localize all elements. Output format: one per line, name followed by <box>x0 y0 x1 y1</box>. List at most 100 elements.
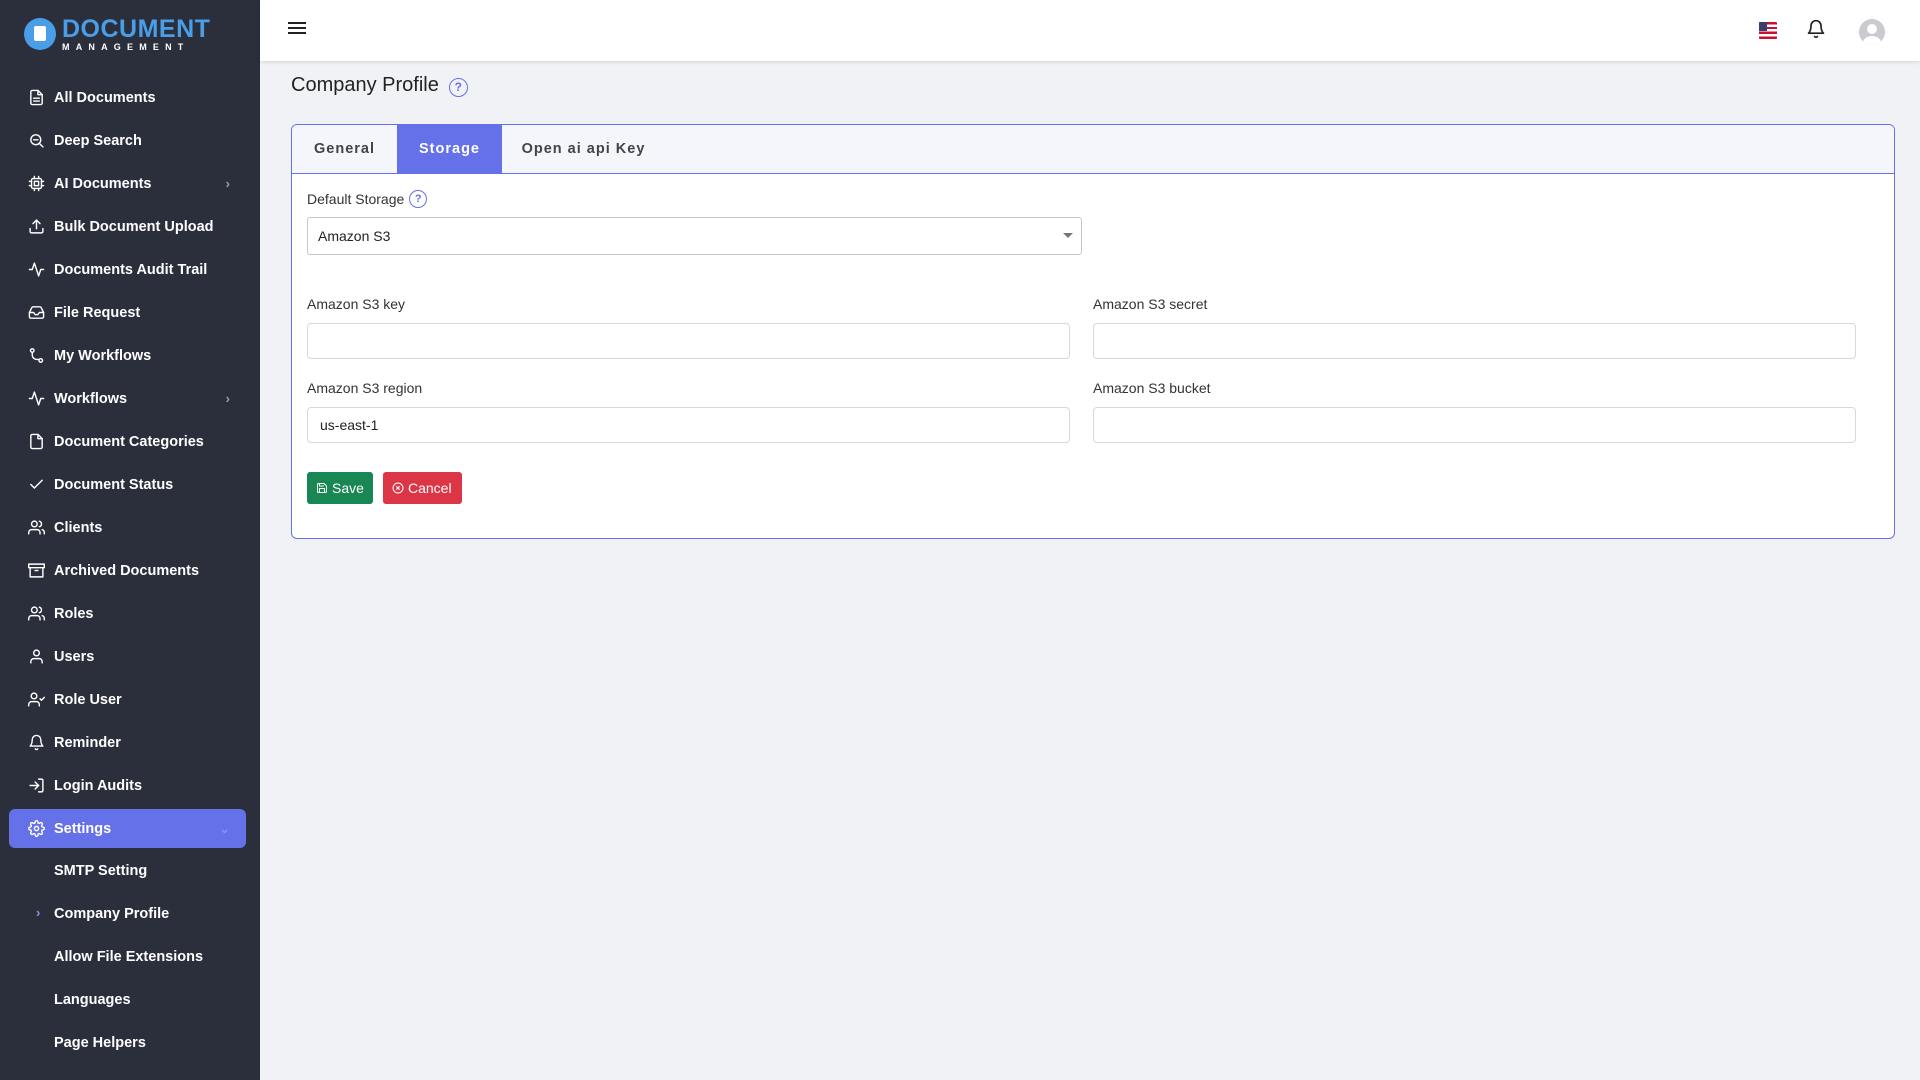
bell-icon <box>27 734 45 752</box>
default-storage-value: Amazon S3 <box>318 228 391 244</box>
sidebar-item-label: All Documents <box>54 89 156 106</box>
sidebar-item-role-user[interactable]: Role User <box>9 680 246 719</box>
x-circle-icon <box>392 482 404 494</box>
user-icon <box>27 648 45 666</box>
sidebar-item-my-workflows[interactable]: My Workflows <box>9 336 246 375</box>
sidebar-subitem-label: SMTP Setting <box>54 863 148 879</box>
sidebar-subitem-label: Company Profile <box>54 906 170 922</box>
users-icon <box>27 605 45 623</box>
file-icon <box>27 433 45 451</box>
save-button-label: Save <box>332 480 364 496</box>
save-icon <box>317 483 327 493</box>
search-icon <box>27 132 45 150</box>
sidebar-subitem-languages[interactable]: Languages <box>9 981 246 1019</box>
sidebar-item-clients[interactable]: Clients <box>9 508 246 547</box>
tab-general[interactable]: General <box>292 125 397 173</box>
sidebar-item-users[interactable]: Users <box>9 637 246 676</box>
sidebar-item-document-status[interactable]: Document Status <box>9 465 246 504</box>
sidebar-item-login-audits[interactable]: Login Audits <box>9 766 246 805</box>
sidebar-item-settings[interactable]: Settings ⌄ <box>9 809 246 848</box>
bell-icon[interactable] <box>1806 19 1828 41</box>
page-title: Company Profile ? <box>291 74 468 97</box>
help-icon[interactable]: ? <box>409 190 428 208</box>
s3-bucket-input[interactable] <box>1093 407 1856 443</box>
sidebar-item-label: Users <box>54 648 95 665</box>
sidebar-item-roles[interactable]: Roles <box>9 594 246 633</box>
sidebar-subitem-company-profile[interactable]: › Company Profile <box>9 895 246 933</box>
sidebar-subitem-smtp-setting[interactable]: SMTP Setting <box>9 852 246 890</box>
save-button[interactable]: Save <box>307 472 373 504</box>
sidebar-item-label: AI Documents <box>54 175 152 192</box>
sidebar-item-label: Role User <box>54 691 122 708</box>
archive-icon <box>27 562 45 580</box>
help-icon[interactable]: ? <box>448 77 468 97</box>
users-icon <box>27 519 45 537</box>
s3-key-label: Amazon S3 key <box>307 296 406 312</box>
inbox-icon <box>27 304 45 322</box>
chevron-right-icon: › <box>36 905 41 920</box>
cpu-icon <box>27 175 45 193</box>
sidebar-item-label: My Workflows <box>54 347 152 364</box>
cancel-button-label: Cancel <box>408 480 452 496</box>
hamburger-menu-icon[interactable] <box>288 19 310 41</box>
sidebar: DOCUMENT MANAGEMENT All Documents Deep S… <box>0 0 260 1080</box>
cancel-button[interactable]: Cancel <box>383 472 462 504</box>
git-branch-icon <box>27 347 45 365</box>
sidebar-item-ai-documents[interactable]: AI Documents › <box>9 164 246 203</box>
default-storage-label: Default Storage ? <box>307 190 428 208</box>
top-header <box>260 0 1920 61</box>
us-flag-icon[interactable] <box>1759 22 1777 39</box>
activity-icon <box>27 390 45 408</box>
s3-bucket-label: Amazon S3 bucket <box>1093 380 1211 396</box>
sidebar-item-bulk-document-upload[interactable]: Bulk Document Upload <box>9 207 246 246</box>
sidebar-subitem-page-helpers[interactable]: Page Helpers <box>9 1024 246 1062</box>
sidebar-subitem-allow-file-extensions[interactable]: Allow File Extensions <box>9 938 246 976</box>
log-in-icon <box>27 777 45 795</box>
sidebar-item-workflows[interactable]: Workflows › <box>9 379 246 418</box>
file-text-icon <box>27 89 45 107</box>
caret-down-icon <box>1063 233 1073 238</box>
tab-open-ai-api-key[interactable]: Open ai api Key <box>502 125 665 173</box>
upload-icon <box>27 218 45 236</box>
tab-bar: General Storage Open ai api Key <box>292 125 1894 174</box>
user-avatar-icon[interactable] <box>1859 19 1885 45</box>
user-check-icon <box>27 691 45 709</box>
tab-storage[interactable]: Storage <box>397 125 502 173</box>
chevron-right-icon: › <box>225 176 230 191</box>
chevron-right-icon: › <box>225 391 230 406</box>
check-icon <box>27 476 45 494</box>
sidebar-item-archived-documents[interactable]: Archived Documents <box>9 551 246 590</box>
sidebar-item-label: Deep Search <box>54 132 142 149</box>
sidebar-item-deep-search[interactable]: Deep Search <box>9 121 246 160</box>
s3-key-input[interactable] <box>307 323 1070 359</box>
sidebar-item-label: Clients <box>54 519 103 536</box>
sidebar-item-label: Documents Audit Trail <box>54 261 208 278</box>
sidebar-item-all-documents[interactable]: All Documents <box>9 78 246 117</box>
logo-sub-text: MANAGEMENT <box>62 41 190 52</box>
app-logo[interactable]: DOCUMENT MANAGEMENT <box>24 14 210 54</box>
sidebar-item-label: Archived Documents <box>54 562 200 579</box>
page-title-text: Company Profile <box>291 74 439 96</box>
sidebar-item-label: Login Audits <box>54 777 143 794</box>
logo-mark-icon <box>24 18 56 50</box>
logo-main-text: DOCUMENT <box>62 14 211 43</box>
sidebar-subitem-label: Allow File Extensions <box>54 949 204 965</box>
activity-icon <box>27 261 45 279</box>
sidebar-item-label: Document Categories <box>54 433 204 450</box>
chevron-down-icon: ⌄ <box>219 821 230 836</box>
s3-region-input[interactable]: us-east-1 <box>307 407 1070 443</box>
sidebar-item-label: Bulk Document Upload <box>54 218 214 235</box>
sidebar-subitem-label: Languages <box>54 992 131 1008</box>
sidebar-item-file-request[interactable]: File Request <box>9 293 246 332</box>
sidebar-item-label: File Request <box>54 304 141 321</box>
settings-icon <box>27 820 45 838</box>
default-storage-label-text: Default Storage <box>307 191 405 207</box>
sidebar-item-label: Document Status <box>54 476 174 493</box>
sidebar-item-document-categories[interactable]: Document Categories <box>9 422 246 461</box>
sidebar-item-reminder[interactable]: Reminder <box>9 723 246 762</box>
sidebar-item-label: Settings <box>54 820 112 837</box>
default-storage-select[interactable]: Amazon S3 <box>307 217 1082 255</box>
s3-secret-input[interactable] <box>1093 323 1856 359</box>
sidebar-item-label: Roles <box>54 605 94 622</box>
sidebar-item-documents-audit-trail[interactable]: Documents Audit Trail <box>9 250 246 289</box>
